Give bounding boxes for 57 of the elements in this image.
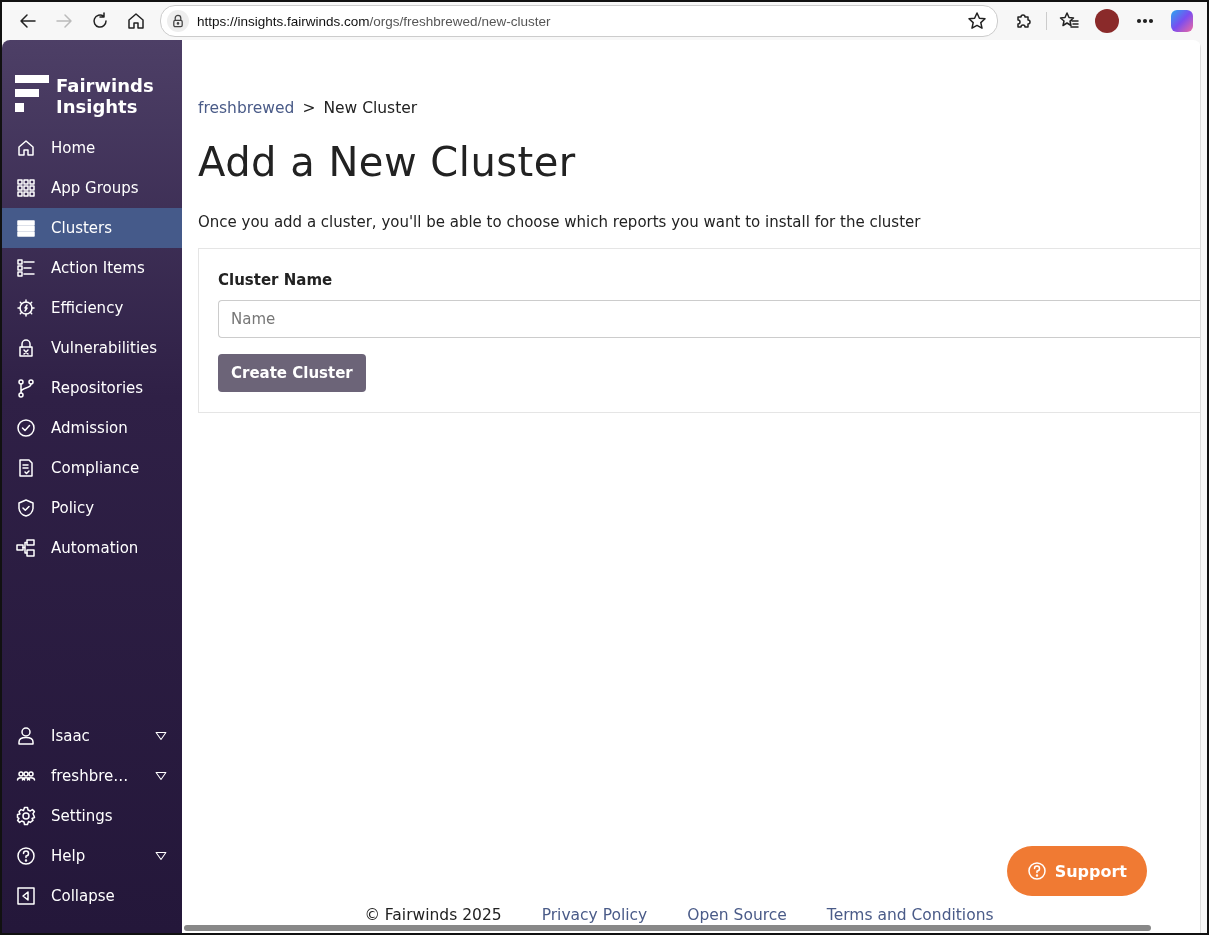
document-icon xyxy=(16,458,36,478)
check-circle-icon xyxy=(16,418,36,438)
footer-link[interactable]: Open Source xyxy=(687,906,787,924)
home-icon[interactable] xyxy=(126,11,146,31)
nav-item[interactable]: Settings xyxy=(2,796,182,836)
nav-item[interactable]: App Groups xyxy=(2,168,182,208)
copyright-text: © Fairwinds 2025 xyxy=(364,906,502,924)
field-label: Cluster Name xyxy=(218,271,333,289)
nav-item[interactable]: Action Items xyxy=(2,248,182,288)
nav-item[interactable]: Repositories xyxy=(2,368,182,408)
shield-icon xyxy=(16,498,36,518)
nav-item[interactable]: Clusters xyxy=(2,208,182,248)
branch-icon xyxy=(16,378,36,398)
refresh-icon[interactable] xyxy=(90,11,110,31)
url-text: https://insights.fairwinds.com/orgs/freshbrewed/new-cluster xyxy=(197,13,552,29)
help-icon xyxy=(16,846,36,866)
nav-item[interactable]: Compliance xyxy=(2,448,182,488)
collapse-icon xyxy=(16,886,36,906)
nav-item[interactable]: Efficiency xyxy=(2,288,182,328)
address-bar[interactable]: https://insights.fairwinds.com/orgs/freshbrewed/new-cluster xyxy=(160,5,998,37)
settings-icon xyxy=(16,806,36,826)
back-icon[interactable] xyxy=(18,11,38,31)
lock-icon xyxy=(167,10,189,32)
nav-item[interactable]: Isaac xyxy=(2,716,182,756)
create-cluster-button[interactable]: Create Cluster xyxy=(218,354,366,392)
breadcrumb-separator: > xyxy=(302,99,316,117)
scrollbar[interactable] xyxy=(184,925,1151,931)
avatar[interactable] xyxy=(1095,9,1119,33)
nav-item[interactable]: Automation xyxy=(2,528,182,568)
nav-item[interactable]: Help xyxy=(2,836,182,876)
gear-icon xyxy=(16,298,36,318)
page-title: Add a New Cluster xyxy=(198,139,577,185)
name-input[interactable]: Name xyxy=(218,300,1200,338)
logo-text: Fairwinds Insights xyxy=(56,75,154,117)
user-icon xyxy=(16,726,36,746)
nav-item[interactable]: Collapse xyxy=(2,876,182,916)
assistant-icon[interactable] xyxy=(1171,10,1193,32)
nav-item[interactable]: Vulnerabilities xyxy=(2,328,182,368)
footer-link[interactable]: Terms and Conditions xyxy=(826,906,994,924)
server-icon xyxy=(16,218,36,238)
description-text: Once you add a cluster, you'll be able to choose which reports you want to install for the cluster xyxy=(198,213,922,231)
nav-item[interactable]: freshbre… xyxy=(2,756,182,796)
home-icon xyxy=(16,138,36,158)
grid-icon xyxy=(16,178,36,198)
favorites-icon[interactable] xyxy=(1059,11,1079,31)
lock-icon xyxy=(16,338,36,358)
footer-link[interactable]: Privacy Policy xyxy=(541,906,648,924)
star-icon[interactable] xyxy=(967,11,987,31)
breadcrumb-current: New Cluster xyxy=(323,99,418,117)
breadcrumb-link[interactable]: freshbrewed xyxy=(198,99,295,117)
nav-item[interactable]: Admission xyxy=(2,408,182,448)
puzzle-icon[interactable] xyxy=(1014,11,1034,31)
list-icon xyxy=(16,258,36,278)
help-icon xyxy=(1026,861,1047,881)
flow-icon xyxy=(16,538,36,558)
nav-item[interactable]: Home xyxy=(2,128,182,168)
nav-item[interactable]: Policy xyxy=(2,488,182,528)
